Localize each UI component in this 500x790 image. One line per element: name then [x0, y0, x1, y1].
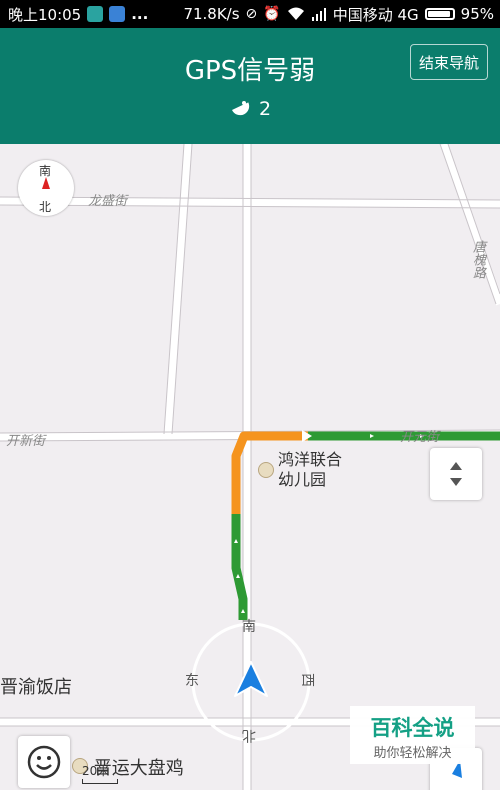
wifi-icon — [287, 7, 304, 20]
satellite-count: 2 — [258, 98, 272, 120]
direction-south-label: 南 — [242, 619, 256, 635]
watermark: 百科全说 助你轻松解决 — [350, 706, 475, 764]
satellite-status: 2 — [0, 98, 500, 120]
message-notification-icon — [109, 6, 126, 22]
more-notifications-icon: ... — [131, 5, 149, 23]
poi-name-line1: 鸿洋联合 — [278, 450, 343, 469]
road-vertical-left — [164, 144, 192, 435]
zoom-toggle-button[interactable] — [430, 448, 482, 500]
navigation-header: GPS信号弱 2 结束导航 — [0, 28, 500, 144]
satellite-icon — [231, 101, 250, 116]
map-scale: 20米 — [82, 762, 118, 784]
emoji-icon — [27, 745, 61, 779]
poi-restaurant-jinyu[interactable]: 晋渝饭店 — [0, 678, 72, 698]
map-view[interactable]: 南 北 龙盛街 唐槐路 开新街 开元街 鸿洋联合 幼儿园 晋渝饭店 晋运大盘鸡 — [0, 144, 500, 790]
map-scale-bar — [82, 779, 118, 784]
app-notification-icon — [87, 6, 104, 22]
watermark-subtitle: 助你轻松解决 — [373, 746, 452, 761]
poi-kindergarten[interactable]: 鸿洋联合 幼儿园 — [258, 450, 342, 490]
poi-name-line2: 幼儿园 — [278, 470, 327, 489]
emoji-button[interactable] — [18, 736, 70, 788]
direction-east-label: 东 — [185, 673, 199, 689]
road-tangjing — [440, 144, 500, 306]
current-location-marker: 南 东 西 北 — [185, 619, 315, 744]
direction-north-label: 北 — [242, 727, 256, 743]
street-label-kaiyuan: 开元街 — [400, 430, 440, 445]
watermark-title: 百科全说 — [370, 716, 455, 740]
street-label-longsheng: 龙盛街 — [88, 194, 128, 209]
compass-button[interactable]: 南 北 — [18, 160, 74, 216]
street-label-tangjing: 唐槐路 — [470, 240, 485, 279]
battery-icon — [424, 8, 455, 20]
battery-percent: 95% — [460, 5, 494, 23]
status-bar: 晚上10:05 ... 71.8K/s ⊘ ⏰ 中国移动 4G 95% — [0, 0, 500, 28]
alarm-icon: ⏰ — [263, 6, 281, 22]
poi-icon — [258, 462, 274, 478]
direction-west-label: 西 — [299, 673, 315, 687]
status-time: 晚上10:05 — [8, 5, 82, 24]
network-speed: 71.8K/s — [183, 5, 240, 23]
route-segment-smooth-1 — [231, 514, 248, 620]
signal-icon — [311, 8, 326, 21]
sync-icon: ⊘ — [245, 6, 258, 22]
carrier-label: 中国移动 4G — [332, 5, 419, 24]
street-label-kaixin: 开新街 — [6, 434, 46, 449]
end-navigation-button[interactable]: 结束导航 — [410, 44, 488, 80]
map-scale-label: 20米 — [82, 764, 110, 778]
zoom-toggle-icon — [450, 462, 462, 486]
compass-north-label: 北 — [39, 200, 52, 214]
navigation-arrow-icon — [234, 661, 268, 697]
